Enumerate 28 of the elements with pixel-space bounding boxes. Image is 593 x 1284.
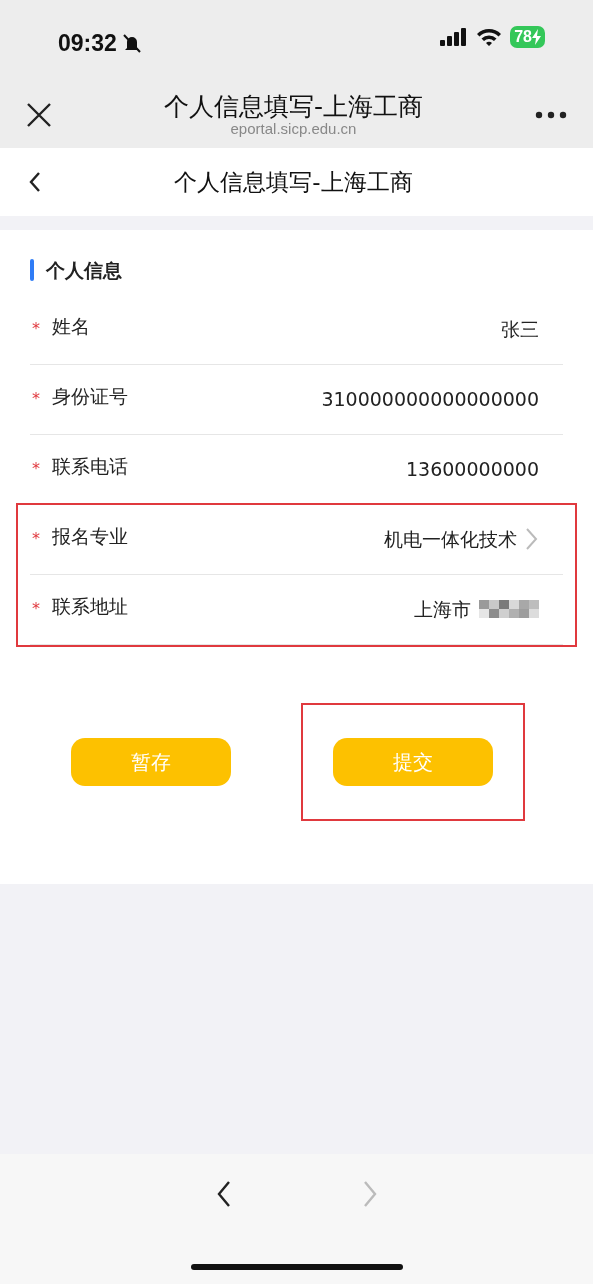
field-label: 联系地址	[52, 593, 128, 619]
more-icon[interactable]	[535, 111, 567, 119]
field-label: 姓名	[52, 313, 90, 339]
wifi-icon	[476, 27, 503, 47]
required-asterisk: *	[31, 317, 41, 340]
required-asterisk: *	[31, 387, 41, 410]
field-label: 身份证号	[52, 383, 128, 409]
field-value[interactable]: 上海市	[414, 594, 471, 624]
field-value[interactable]: 310000000000000000	[321, 384, 539, 414]
status-time: 09:32	[58, 29, 117, 58]
signal-icon	[440, 28, 469, 46]
field-value[interactable]: 张三	[501, 314, 539, 344]
back-icon[interactable]	[215, 1180, 232, 1208]
field-label: 报名专业	[52, 523, 128, 549]
field-value[interactable]: 13600000000	[406, 454, 539, 484]
page-title: 个人信息填写-上海工商	[163, 93, 424, 121]
back-icon[interactable]	[28, 171, 42, 193]
required-asterisk: *	[31, 527, 41, 550]
section-marker	[30, 259, 34, 282]
required-asterisk: *	[31, 457, 41, 480]
field-label: 联系电话	[52, 453, 128, 479]
battery-indicator: 78	[510, 26, 545, 48]
section-title: 个人信息	[46, 258, 122, 283]
page-url: eportal.sicp.edu.cn	[229, 120, 358, 137]
close-icon[interactable]	[26, 102, 52, 128]
field-value[interactable]: 机电一体化技术	[384, 524, 517, 554]
nav-title: 个人信息填写-上海工商	[173, 167, 414, 197]
required-asterisk: *	[31, 597, 41, 620]
